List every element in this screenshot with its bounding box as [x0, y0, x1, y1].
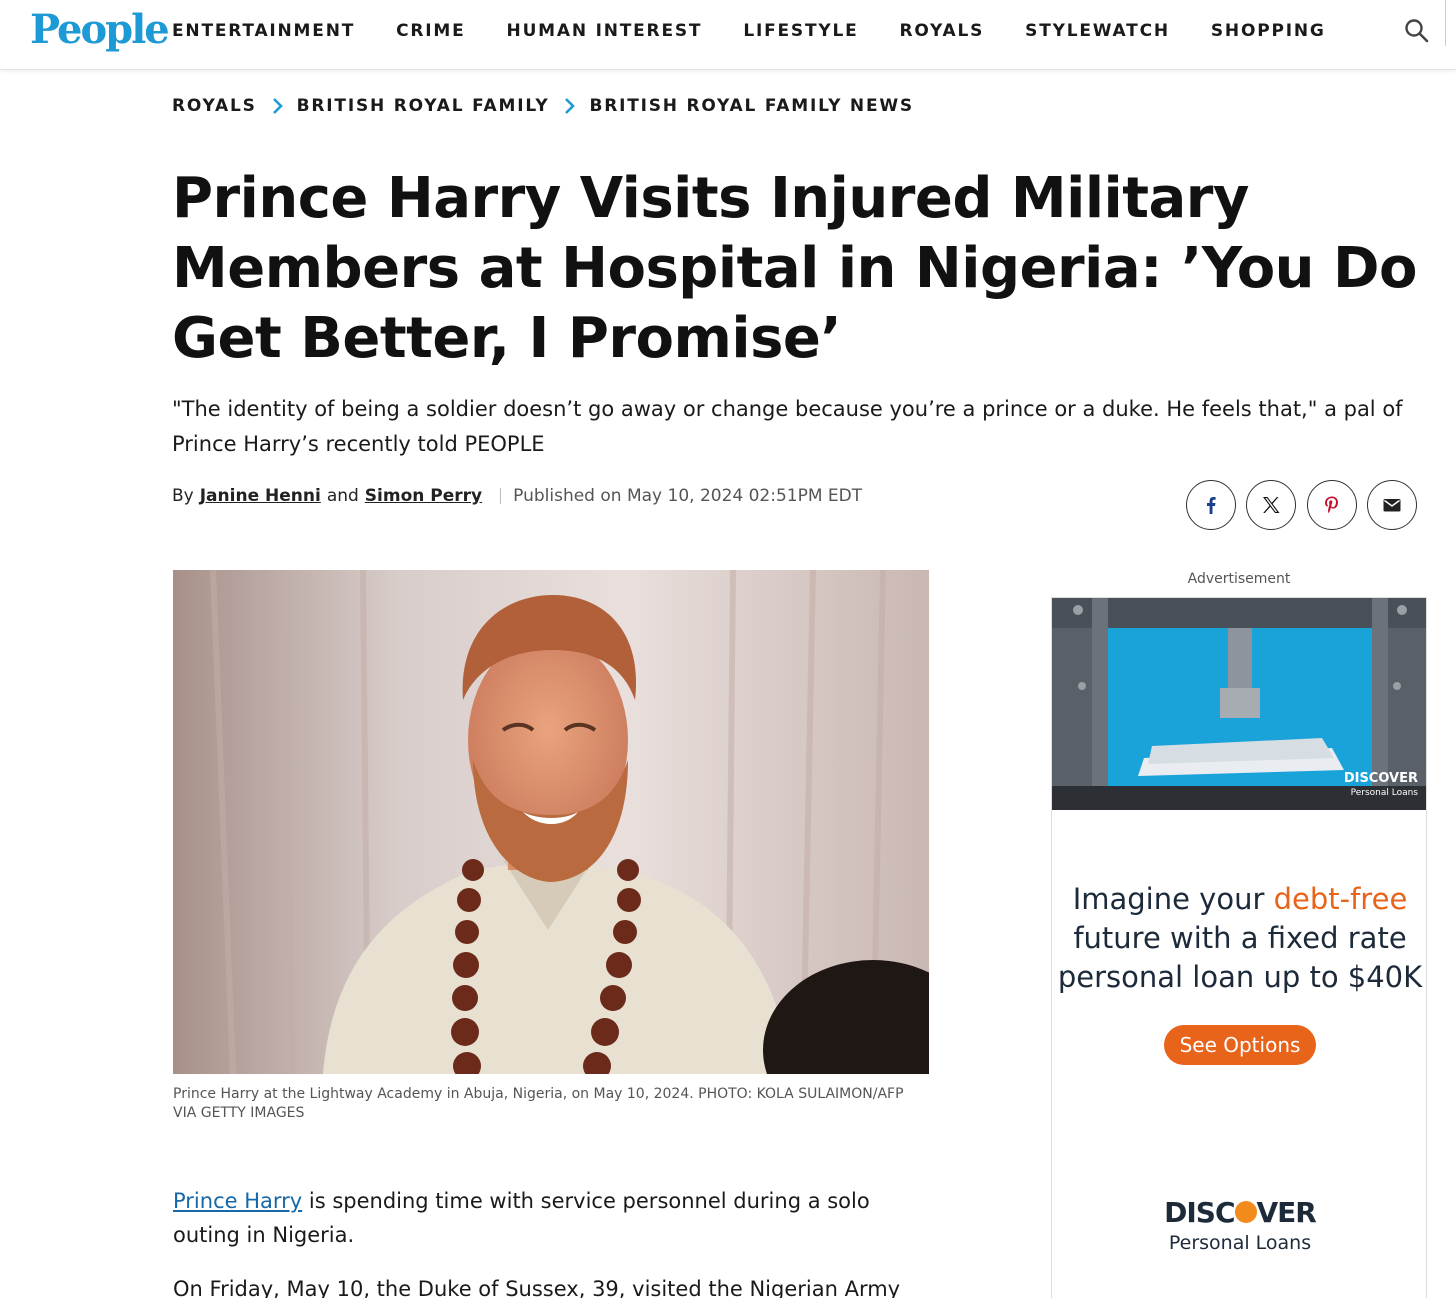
advertisement-label: Advertisement: [1187, 571, 1291, 587]
nav-item-crime[interactable]: CRIME: [396, 21, 465, 41]
ad-text-post: future with a fixed rate personal loan u…: [1057, 921, 1423, 994]
article-dek: "The identity of being a soldier doesn’t…: [172, 397, 1403, 456]
pinterest-icon: [1325, 496, 1338, 514]
discover-o-icon: [1234, 1201, 1257, 1223]
x-icon: [1263, 497, 1280, 513]
image-caption: Prince Harry at the Lightway Academy in …: [173, 1086, 904, 1121]
ad-top-brand: DISCOVER Personal Loans: [1344, 772, 1418, 800]
header-divider: [1445, 0, 1446, 46]
ad-headline: Imagine your debt-free future with a fix…: [1052, 880, 1426, 997]
byline-by: By: [172, 486, 194, 506]
facebook-icon: [1207, 497, 1216, 514]
breadcrumb: ROYALS BRITISH ROYAL FAMILY BRITISH ROYA…: [172, 96, 914, 116]
share-x-button[interactable]: [1246, 480, 1296, 530]
ad-text-pre: Imagine your: [1072, 882, 1274, 916]
article-main-image: [173, 570, 929, 1074]
brand-pre: DISC: [1164, 1196, 1235, 1229]
article-headline: Prince Harry Visits Injured Military Mem…: [172, 166, 1417, 371]
brand-post: VER: [1256, 1196, 1317, 1229]
breadcrumb-british-royal-family-news[interactable]: BRITISH ROYAL FAMILY NEWS: [589, 96, 914, 116]
chevron-right-icon: [549, 96, 589, 116]
published-date: Published on May 10, 2024 02:51PM EDT: [513, 486, 863, 506]
ad-top-brand-name: DISCOVER: [1343, 771, 1418, 786]
byline-divider: [500, 488, 502, 504]
nav-item-human-interest[interactable]: HUMAN INTEREST: [507, 21, 703, 41]
nav-item-shopping[interactable]: SHOPPING: [1211, 21, 1326, 41]
byline-and: and: [326, 486, 359, 506]
breadcrumb-british-royal-family[interactable]: BRITISH ROYAL FAMILY: [297, 96, 550, 116]
ad-image: DISCOVER Personal Loans: [1052, 598, 1426, 810]
nav-item-royals[interactable]: ROYALS: [900, 21, 985, 41]
people-logo[interactable]: People: [30, 6, 170, 53]
main-nav: ENTERTAINMENT CRIME HUMAN INTEREST LIFES…: [172, 21, 1367, 41]
article-paragraph: On Friday, May 10, the Duke of Sussex, 3…: [173, 1277, 901, 1298]
share-facebook-button[interactable]: [1186, 480, 1236, 530]
discover-logo: DISC VER: [1052, 1196, 1426, 1229]
ad-text-highlight: debt-free: [1273, 882, 1408, 916]
chevron-right-icon: [257, 96, 297, 116]
see-options-button[interactable]: See Options: [1164, 1025, 1316, 1065]
breadcrumb-royals[interactable]: ROYALS: [172, 96, 257, 116]
ad-top-brand-sub: Personal Loans: [1350, 788, 1418, 798]
share-email-button[interactable]: [1367, 480, 1417, 530]
advertisement[interactable]: DISCOVER Personal Loans Imagine your deb…: [1051, 597, 1427, 1298]
byline: By Janine Henni and Simon Perry Publishe…: [172, 486, 862, 506]
prince-harry-link[interactable]: Prince Harry: [173, 1189, 302, 1213]
article-paragraph: Prince Harry is spending time with servi…: [173, 1184, 929, 1252]
author-link[interactable]: Simon Perry: [365, 486, 482, 506]
author-link[interactable]: Janine Henni: [200, 486, 321, 506]
nav-item-entertainment[interactable]: ENTERTAINMENT: [172, 21, 355, 41]
nav-item-stylewatch[interactable]: STYLEWATCH: [1025, 21, 1170, 41]
email-icon: [1383, 499, 1401, 512]
share-pinterest-button[interactable]: [1307, 480, 1357, 530]
site-header: People ENTERTAINMENT CRIME HUMAN INTERES…: [0, 0, 1456, 70]
search-icon[interactable]: [1400, 14, 1434, 48]
nav-item-lifestyle[interactable]: LIFESTYLE: [743, 21, 858, 41]
ad-brand-sub: Personal Loans: [1168, 1232, 1312, 1254]
